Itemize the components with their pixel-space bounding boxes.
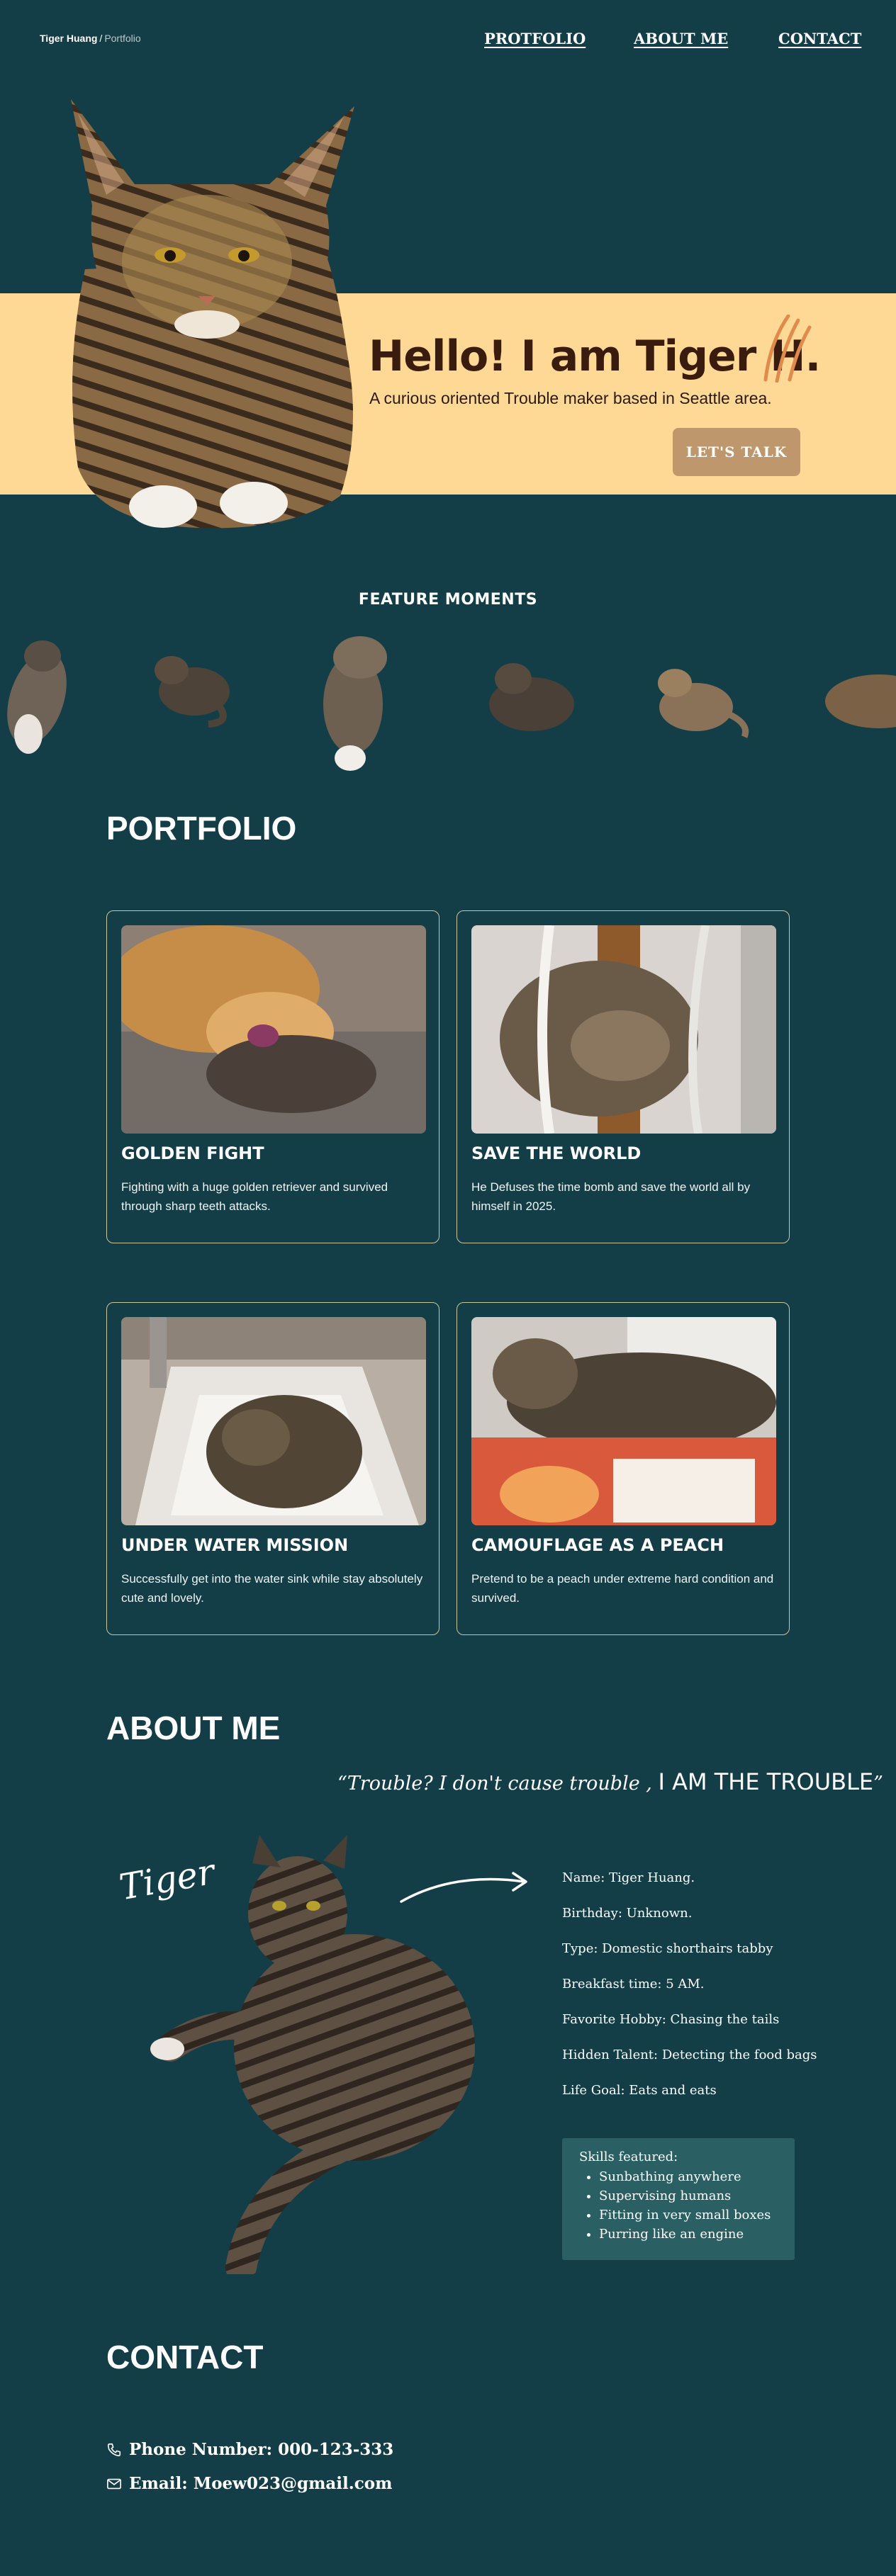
skill-item: Fitting in very small boxes — [599, 2205, 778, 2225]
card-photo — [471, 925, 776, 1134]
quote-part-b: I AM THE TROUBLE — [658, 1768, 874, 1795]
card-description: Fighting with a huge golden retriever an… — [121, 1180, 388, 1213]
breadcrumb: Tiger Huang / Portfolio — [40, 33, 141, 44]
card-description: Successfully get into the water sink whi… — [121, 1572, 423, 1605]
skill-item: Supervising humans — [599, 2186, 778, 2205]
hero-subtitle: A curious oriented Trouble maker based i… — [369, 389, 772, 407]
feature-moment-image[interactable] — [303, 626, 410, 775]
fact-item: Favorite Hobby: Chasing the tails — [562, 2012, 780, 2027]
feature-moment-image[interactable] — [646, 653, 753, 745]
portfolio-card[interactable]: GOLDEN FIGHT Fighting with a huge golden… — [106, 910, 439, 1243]
feature-moment-image[interactable] — [145, 645, 237, 730]
nav-link-contact[interactable]: CONTACT — [778, 30, 861, 47]
nav-link-portfolio[interactable]: PROTFOLIO — [484, 30, 586, 47]
about-quote: “Trouble? I don't cause trouble , I AM T… — [337, 1768, 883, 1795]
fact-item: Name: Tiger Huang. — [562, 1870, 695, 1885]
arrow-icon — [400, 1872, 527, 1903]
fact-item: Birthday: Unknown. — [562, 1906, 693, 1921]
fact-item: Breakfast time: 5 AM. — [562, 1977, 705, 1992]
card-title: CAMOUFLAGE AS A PEACH — [471, 1535, 724, 1555]
fact-item: Type: Domestic shorthairs tabby — [562, 1941, 773, 1956]
breadcrumb-brand[interactable]: Tiger Huang — [40, 33, 97, 44]
nav-link-about[interactable]: ABOUT ME — [634, 30, 728, 47]
portfolio-card[interactable]: CAMOUFLAGE AS A PEACH Pretend to be a pe… — [457, 1302, 790, 1635]
about-title: ABOUT ME — [106, 1710, 281, 1746]
contact-email[interactable]: Email: Moew023@gmail.com — [106, 2474, 392, 2493]
portfolio-title: PORTFOLIO — [106, 810, 297, 847]
card-photo — [471, 1317, 776, 1525]
breadcrumb-separator: / — [99, 33, 103, 44]
top-nav: Tiger Huang / Portfolio PROTFOLIO ABOUT ME… — [0, 0, 896, 78]
breadcrumb-current: Portfolio — [104, 33, 141, 44]
skill-item: Sunbathing anywhere — [599, 2167, 778, 2186]
fact-item: Life Goal: Eats and eats — [562, 2083, 717, 2098]
skills-title: Skills featured: — [579, 2150, 678, 2164]
card-description: Pretend to be a peach under extreme hard… — [471, 1572, 774, 1605]
hero-title: Hello! I am Tiger H. — [369, 332, 821, 381]
card-photo — [121, 1317, 426, 1525]
card-description: He Defuses the time bomb and save the wo… — [471, 1180, 751, 1213]
card-photo — [121, 925, 426, 1134]
quote-part-a: Trouble? I don't cause trouble , — [347, 1773, 652, 1795]
feature-moment-image[interactable] — [0, 628, 78, 769]
lets-talk-button[interactable]: LET'S TALK — [673, 428, 800, 476]
feature-moment-image[interactable] — [822, 665, 896, 733]
portfolio-card[interactable]: SAVE THE WORLD He Defuses the time bomb … — [457, 910, 790, 1243]
email-icon — [107, 2478, 121, 2489]
card-title: SAVE THE WORLD — [471, 1143, 642, 1163]
contact-title: CONTACT — [106, 2339, 264, 2376]
fact-item: Hidden Talent: Detecting the food bags — [562, 2047, 817, 2062]
hero-cat-image — [71, 99, 354, 529]
claw-scratch-icon — [763, 315, 812, 383]
contact-phone[interactable]: Phone Number: 000-123-333 — [106, 2440, 393, 2459]
skills-box: Skills featured: Sunbathing anywhere Sup… — [562, 2138, 795, 2260]
about-facts: Name: Tiger Huang. Birthday: Unknown. Ty… — [562, 1870, 817, 2118]
email-text: Email: Moew023@gmail.com — [129, 2474, 393, 2493]
feature-moments-title: FEATURE MOMENTS — [358, 591, 538, 609]
phone-text: Phone Number: 000-123-333 — [129, 2440, 394, 2459]
skill-item: Purring like an engine — [599, 2225, 778, 2244]
portfolio-card[interactable]: UNDER WATER MISSION Successfully get int… — [106, 1302, 439, 1635]
phone-icon — [107, 2443, 121, 2456]
feature-moment-image[interactable] — [476, 648, 583, 754]
card-title: UNDER WATER MISSION — [121, 1535, 349, 1555]
card-title: GOLDEN FIGHT — [121, 1143, 264, 1163]
